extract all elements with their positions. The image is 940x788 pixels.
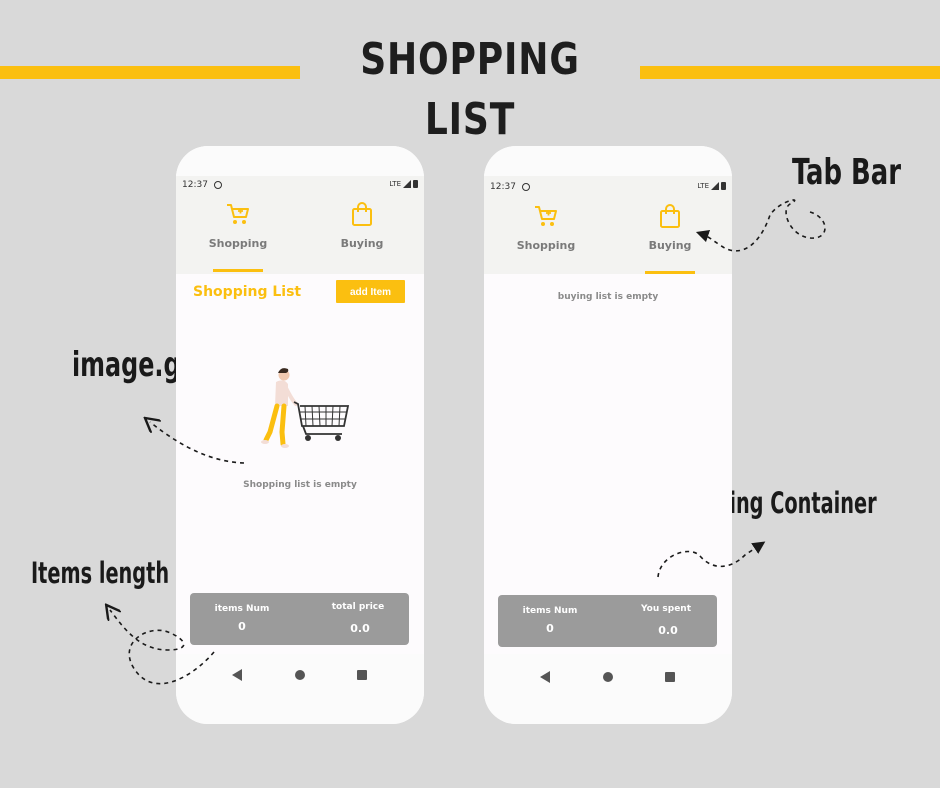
image-gif-arrow — [150, 422, 245, 464]
items-length-arrow — [110, 610, 215, 685]
tab-bar-arrow — [695, 199, 826, 252]
annotation-arrows — [0, 199, 826, 685]
floating-container-arrow — [657, 541, 766, 578]
